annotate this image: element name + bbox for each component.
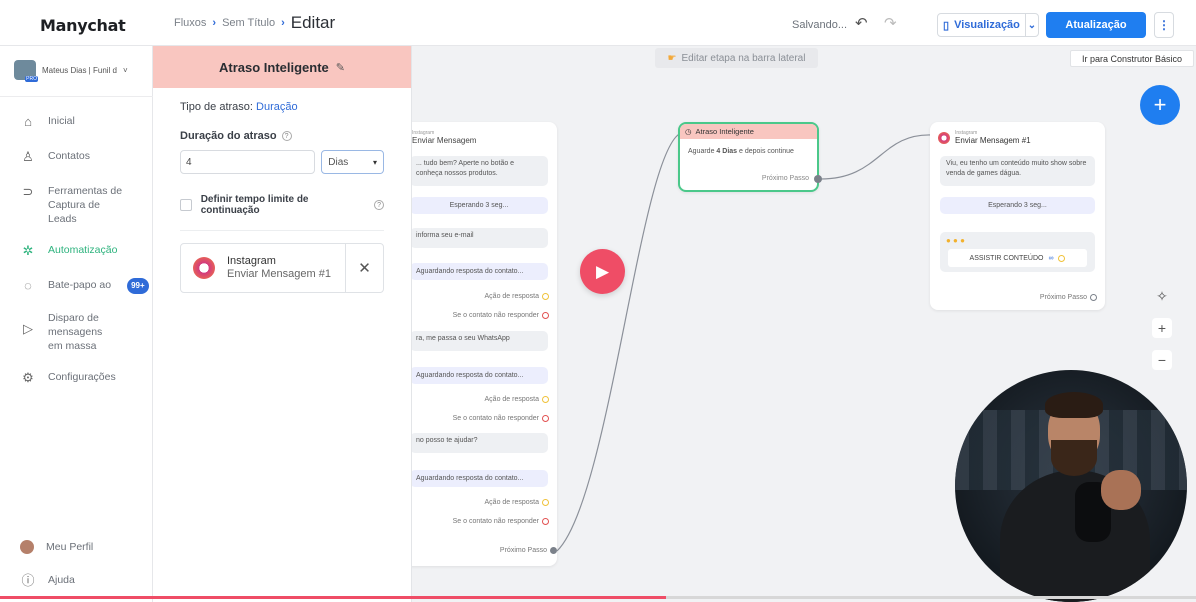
pencil-icon[interactable]: ✎ bbox=[336, 61, 345, 74]
message-bubble: informa seu e-mail bbox=[410, 228, 548, 248]
instagram-message-node[interactable]: Instagram Enviar Mensagem #1 Viu, eu tenh… bbox=[930, 122, 1105, 310]
connector-dot[interactable] bbox=[542, 293, 549, 300]
node-header: Instagram Enviar Mensagem bbox=[412, 130, 476, 145]
smart-delay-panel: Atraso Inteligente ✎ Tipo de atraso: Dur… bbox=[153, 46, 412, 602]
delay-type-label: Tipo de atraso: bbox=[180, 101, 253, 113]
connector-dot[interactable] bbox=[550, 547, 557, 554]
reply-action[interactable]: Ação de resposta bbox=[485, 396, 549, 403]
watch-content-button[interactable]: ASSISTIR CONTEÚDO ∞ bbox=[948, 249, 1087, 267]
reply-action-label: Ação de resposta bbox=[484, 293, 539, 300]
add-node-button[interactable]: + bbox=[1140, 85, 1180, 125]
no-reply-label: Se o contato não responder bbox=[452, 518, 539, 525]
smart-delay-node[interactable]: ◷ Atraso Inteligente Aguarde 4 Dias e de… bbox=[678, 122, 822, 192]
delay-duration: 4 Dias bbox=[716, 148, 738, 155]
connector-dot[interactable] bbox=[542, 518, 549, 525]
delay-type-link[interactable]: Duração bbox=[256, 101, 298, 113]
next-step-title: Instagram bbox=[227, 255, 276, 267]
reply-action[interactable]: Ação de resposta bbox=[485, 499, 549, 506]
video-progress-bar[interactable] bbox=[0, 596, 1196, 599]
link-icon: ∞ bbox=[1048, 254, 1054, 262]
wait-bubble: Esperando 3 seg... bbox=[410, 197, 548, 214]
node-title: Enviar Mensagem bbox=[412, 136, 477, 145]
reply-action-label: Ação de resposta bbox=[484, 396, 539, 403]
next-step-card[interactable]: Instagram Enviar Mensagem #1 ✕ bbox=[180, 243, 384, 293]
connector-dot[interactable] bbox=[1058, 254, 1066, 262]
delay-text-pre: Aguarde bbox=[688, 148, 717, 155]
node-title: Enviar Mensagem #1 bbox=[955, 136, 1031, 145]
message-node-card[interactable]: Instagram Enviar Mensagem ... tudo bem? … bbox=[400, 122, 557, 566]
connector-dot[interactable] bbox=[542, 396, 549, 403]
close-icon[interactable]: ✕ bbox=[345, 244, 383, 292]
reply-action[interactable]: Ação de resposta bbox=[485, 293, 549, 300]
magic-wand-icon[interactable]: ✧ bbox=[1152, 286, 1172, 306]
connector-dot[interactable] bbox=[814, 175, 822, 183]
zoom-in-button[interactable]: + bbox=[1152, 318, 1172, 338]
next-step-label: Próximo Passo bbox=[761, 175, 809, 182]
no-reply-label: Se o contato não responder bbox=[452, 312, 539, 319]
node-header: ◷ Atraso Inteligente bbox=[680, 124, 817, 139]
duration-input[interactable]: 4 bbox=[180, 150, 316, 174]
divider bbox=[180, 230, 384, 231]
timeout-label: Definir tempo limite de continuação bbox=[200, 194, 309, 216]
waiting-reply-bubble: Aguardando resposta do contato... bbox=[410, 263, 548, 280]
wait-bubble: Esperando 3 seg... bbox=[940, 197, 1095, 214]
connector-dot[interactable] bbox=[542, 499, 549, 506]
message-bubble: no posso te ajudar? bbox=[410, 433, 548, 453]
presenter-beard bbox=[1051, 440, 1097, 476]
connector-dot[interactable] bbox=[542, 312, 549, 319]
delay-description: Aguarde 4 Dias e depois continue bbox=[680, 139, 817, 155]
panel-title: Atraso Inteligente bbox=[218, 59, 329, 75]
connector-dot[interactable] bbox=[1090, 294, 1097, 301]
message-bubble: ... tudo bem? Aperte no botão e conheça … bbox=[410, 156, 548, 186]
caret-down-icon: ▾ bbox=[372, 157, 377, 167]
next-step[interactable]: Próximo Passo bbox=[1040, 294, 1097, 301]
reply-action-label: Ação de resposta bbox=[484, 499, 539, 506]
instagram-icon bbox=[193, 257, 215, 279]
zoom-out-button[interactable]: − bbox=[1152, 350, 1172, 370]
instagram-icon bbox=[938, 131, 950, 144]
clock-icon: ◷ bbox=[685, 127, 692, 136]
connector-line bbox=[556, 132, 682, 552]
no-reply-action[interactable]: Se o contato não responder bbox=[453, 415, 549, 422]
next-step-label: Próximo Passo bbox=[1039, 294, 1087, 301]
node-title: Atraso Inteligente bbox=[695, 127, 754, 136]
no-reply-action[interactable]: Se o contato não responder bbox=[453, 518, 549, 525]
connector-line bbox=[818, 134, 933, 180]
emoji-icon: ● ● ● bbox=[946, 236, 965, 245]
no-reply-label: Se o contato não responder bbox=[452, 415, 539, 422]
next-step-text: Instagram Enviar Mensagem #1 bbox=[227, 255, 331, 281]
button-message: ● ● ● ASSISTIR CONTEÚDO ∞ bbox=[940, 232, 1095, 272]
waiting-reply-bubble: Aguardando resposta do contato... bbox=[410, 470, 548, 487]
timeout-option[interactable]: Definir tempo limite de continuação ? bbox=[180, 194, 384, 216]
message-bubble: Viu, eu tenho um conteúdo muito show sob… bbox=[940, 156, 1095, 186]
connector-dot[interactable] bbox=[542, 415, 549, 422]
unit-select[interactable]: Dias ▾ bbox=[321, 150, 384, 174]
timeout-checkbox[interactable] bbox=[180, 199, 192, 211]
button-label: ASSISTIR CONTEÚDO bbox=[969, 254, 1044, 262]
waiting-reply-bubble: Aguardando resposta do contato... bbox=[410, 367, 548, 384]
next-step-label: Próximo Passo bbox=[499, 547, 547, 554]
duration-label-row: Duração do atraso ? bbox=[180, 130, 384, 142]
help-icon[interactable]: ? bbox=[374, 200, 384, 210]
no-reply-action[interactable]: Se o contato não responder bbox=[453, 312, 549, 319]
help-icon[interactable]: ? bbox=[281, 131, 292, 141]
delay-type-row: Tipo de atraso: Duração bbox=[180, 101, 384, 113]
video-progress-fill bbox=[0, 596, 667, 599]
message-bubble: ra, me passa o seu WhatsApp bbox=[410, 331, 548, 351]
duration-inputs: 4 Dias ▾ bbox=[180, 150, 384, 174]
presenter-hair bbox=[1045, 392, 1103, 418]
node-header: Instagram Enviar Mensagem #1 bbox=[938, 130, 1031, 145]
next-step[interactable]: Próximo Passo bbox=[500, 547, 557, 554]
panel-header: Atraso Inteligente ✎ bbox=[153, 46, 411, 88]
presenter-hand bbox=[1101, 470, 1141, 510]
webcam-overlay bbox=[955, 370, 1187, 602]
delay-text-post: e depois continue bbox=[737, 148, 794, 155]
next-step-subtitle: Enviar Mensagem #1 bbox=[227, 268, 331, 280]
duration-label: Duração do atraso bbox=[180, 130, 277, 142]
play-icon[interactable]: ▶ bbox=[580, 249, 625, 294]
unit-select-value: Dias bbox=[328, 156, 349, 168]
